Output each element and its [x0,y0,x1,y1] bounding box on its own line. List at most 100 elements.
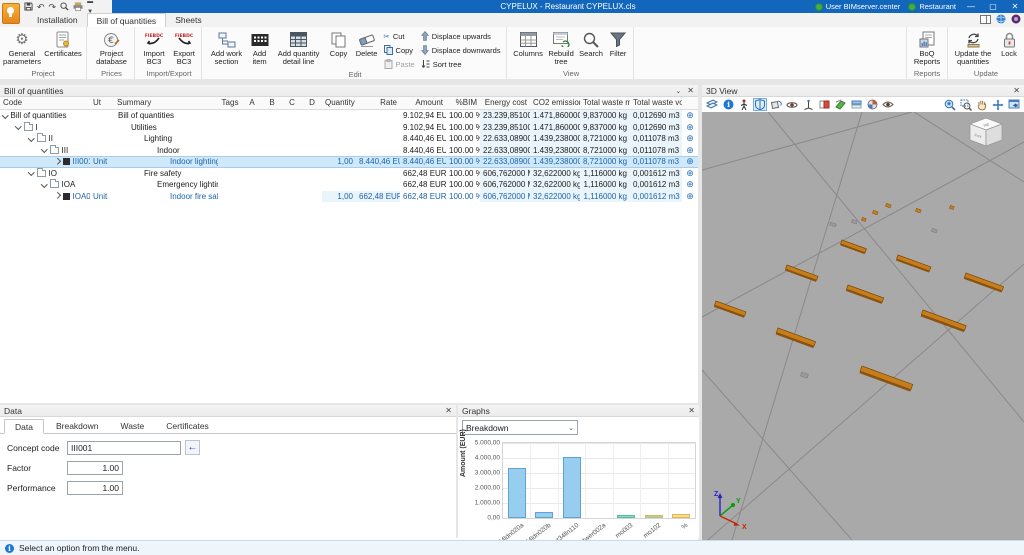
bar-mt34ldn020b[interactable] [535,512,553,518]
chevron-down-icon[interactable] [28,135,34,141]
zoom-window-icon[interactable] [959,98,973,111]
minimize-button[interactable]: — [964,2,978,11]
rotate-model-icon[interactable] [769,98,783,111]
link-bim-icon[interactable]: ⊕ [682,179,698,191]
concept-code-back-button[interactable]: ← [185,440,200,455]
tab-bill-of-quantities[interactable]: Bill of quantities [87,13,167,27]
certificates-button[interactable]: Certificates [42,27,84,58]
boq-table-row[interactable]: IOFire safety662,48 EUR100.00 %606,76200… [0,168,698,180]
copy-button[interactable]: Copy [325,27,353,58]
boq-table-row[interactable]: IUtilities9.102,94 EUR100.00 %23.239,851… [0,122,698,134]
filter-button[interactable]: Filter [605,27,631,58]
lock-button[interactable]: Lock [996,27,1022,58]
orbit-icon[interactable] [785,98,799,111]
bimserver-user-chip[interactable]: User BIMserver.center [815,2,901,11]
pan-icon[interactable] [975,98,989,111]
tab-waste[interactable]: Waste [111,419,155,433]
cut-button[interactable]: ✂Cut [384,31,415,42]
tab-sheets[interactable]: Sheets [166,13,210,27]
concept-code-input[interactable]: III001 [67,441,181,455]
close-graphs-panel-icon[interactable]: ✕ [688,406,695,415]
chevron-down-icon[interactable] [41,181,47,187]
search-button[interactable]: Search [577,27,605,58]
maximize-button[interactable]: ▢ [986,2,1000,11]
delete-button[interactable]: Delete [353,27,381,58]
save-icon[interactable] [24,2,33,13]
section-box-icon[interactable] [817,98,831,111]
column-header-a[interactable]: A [242,97,262,109]
column-header-d[interactable]: D [302,97,322,109]
sort-tree-button[interactable]: Sort tree [421,59,501,70]
displace-upwards-button[interactable]: Displace upwards [421,31,501,42]
boq-table-row[interactable]: IILighting8.440,46 EUR100.00 %22.633,089… [0,133,698,145]
import-bc3-button[interactable]: FIEBDC Import BC3 [139,27,169,66]
chevron-down-icon[interactable] [41,146,47,152]
window-layout-icon[interactable] [980,15,991,26]
add-quantity-detail-line-button[interactable]: Add quantity detail line [273,27,325,66]
chevron-down-icon[interactable] [15,123,21,129]
column-header-co2[interactable]: CO2 emissions [530,97,580,109]
link-bim-icon[interactable]: ⊕ [682,110,698,122]
column-header-amount[interactable]: Amount [400,97,446,109]
bar-mt34ldn020a[interactable] [508,468,526,518]
floor-section-icon[interactable] [849,98,863,111]
general-parameters-button[interactable]: ⚙ General parameters [2,27,42,66]
close-data-panel-icon[interactable]: ✕ [445,406,452,415]
column-header-ut[interactable]: Ut [90,97,114,109]
chevron-right-icon[interactable] [54,192,60,198]
add-item-button[interactable]: Add item [247,27,273,66]
column-header-tags[interactable]: Tags [218,97,242,109]
add-work-section-button[interactable]: Add work section [207,27,247,66]
collapse-panel-icon[interactable]: ⌄ [675,87,681,95]
paste-button[interactable]: Paste [384,59,415,70]
chevron-down-icon[interactable] [2,112,8,118]
column-header-code[interactable]: Code [0,97,90,109]
render-mode-icon[interactable] [865,98,879,111]
chevron-down-icon[interactable] [28,169,34,175]
app-logo-icon[interactable] [2,3,20,24]
tab-data[interactable]: Data [4,419,44,434]
clip-plane-icon[interactable] [833,98,847,111]
displace-downwards-button[interactable]: Displace downwards [421,45,501,56]
column-header-b[interactable]: B [262,97,282,109]
walkthrough-icon[interactable] [737,98,751,111]
link-bim-icon[interactable]: ⊕ [682,122,698,134]
performance-input[interactable]: 1.00 [67,481,123,495]
tab-certificates[interactable]: Certificates [156,419,219,433]
undo-icon[interactable]: ↶ [37,2,45,12]
column-header-qty[interactable]: Quantity [322,97,356,109]
bar-mo003[interactable] [617,515,635,518]
3d-viewport[interactable]: top front Z Y X [702,112,1024,540]
close-button[interactable]: ✕ [1008,2,1022,11]
shield-view-icon[interactable] [753,98,767,111]
link-bim-icon[interactable]: ⊕ [682,145,698,157]
column-header-c[interactable]: C [282,97,302,109]
redo-icon[interactable]: ↷ [49,2,57,12]
column-header-rate[interactable]: Rate [356,97,400,109]
bar-mt34lln110[interactable] [563,457,581,518]
tab-breakdown[interactable]: Breakdown [46,419,109,433]
boq-table-row[interactable]: IIIIndoor8.440,46 EUR100.00 %22.633,0890… [0,145,698,157]
rebuild-tree-button[interactable]: Rebuild tree [545,27,577,66]
copy-small-button[interactable]: Copy [384,45,415,56]
close-panel-icon[interactable]: ✕ [687,86,694,95]
boq-table-row[interactable]: III001UnitIndoor lighting inst…1,008.440… [0,156,698,168]
chevron-right-icon[interactable] [54,158,60,164]
column-header-energy[interactable]: Energy cost [480,97,530,109]
column-header-summary[interactable]: Summary [114,97,218,109]
column-header-bim[interactable]: %BIM [446,97,480,109]
capture-view-icon[interactable] [1007,98,1021,111]
bar-%[interactable] [672,514,690,518]
zoom-extents-icon[interactable] [943,98,957,111]
zoom-icon[interactable] [60,2,69,13]
boq-table-row[interactable]: Bill of quantitiesBill of quantities9.10… [0,110,698,122]
column-header-volume[interactable]: Total waste volume [630,97,682,109]
visibility-icon[interactable] [881,98,895,111]
move-view-icon[interactable] [991,98,1005,111]
link-bim-icon[interactable]: ⊕ [682,191,698,203]
columns-button[interactable]: Columns [511,27,545,58]
print-icon[interactable] [73,2,83,13]
link-bim-icon[interactable]: ⊕ [682,156,698,168]
link-bim-icon[interactable]: ⊕ [682,133,698,145]
bar-mo102[interactable] [645,515,663,518]
